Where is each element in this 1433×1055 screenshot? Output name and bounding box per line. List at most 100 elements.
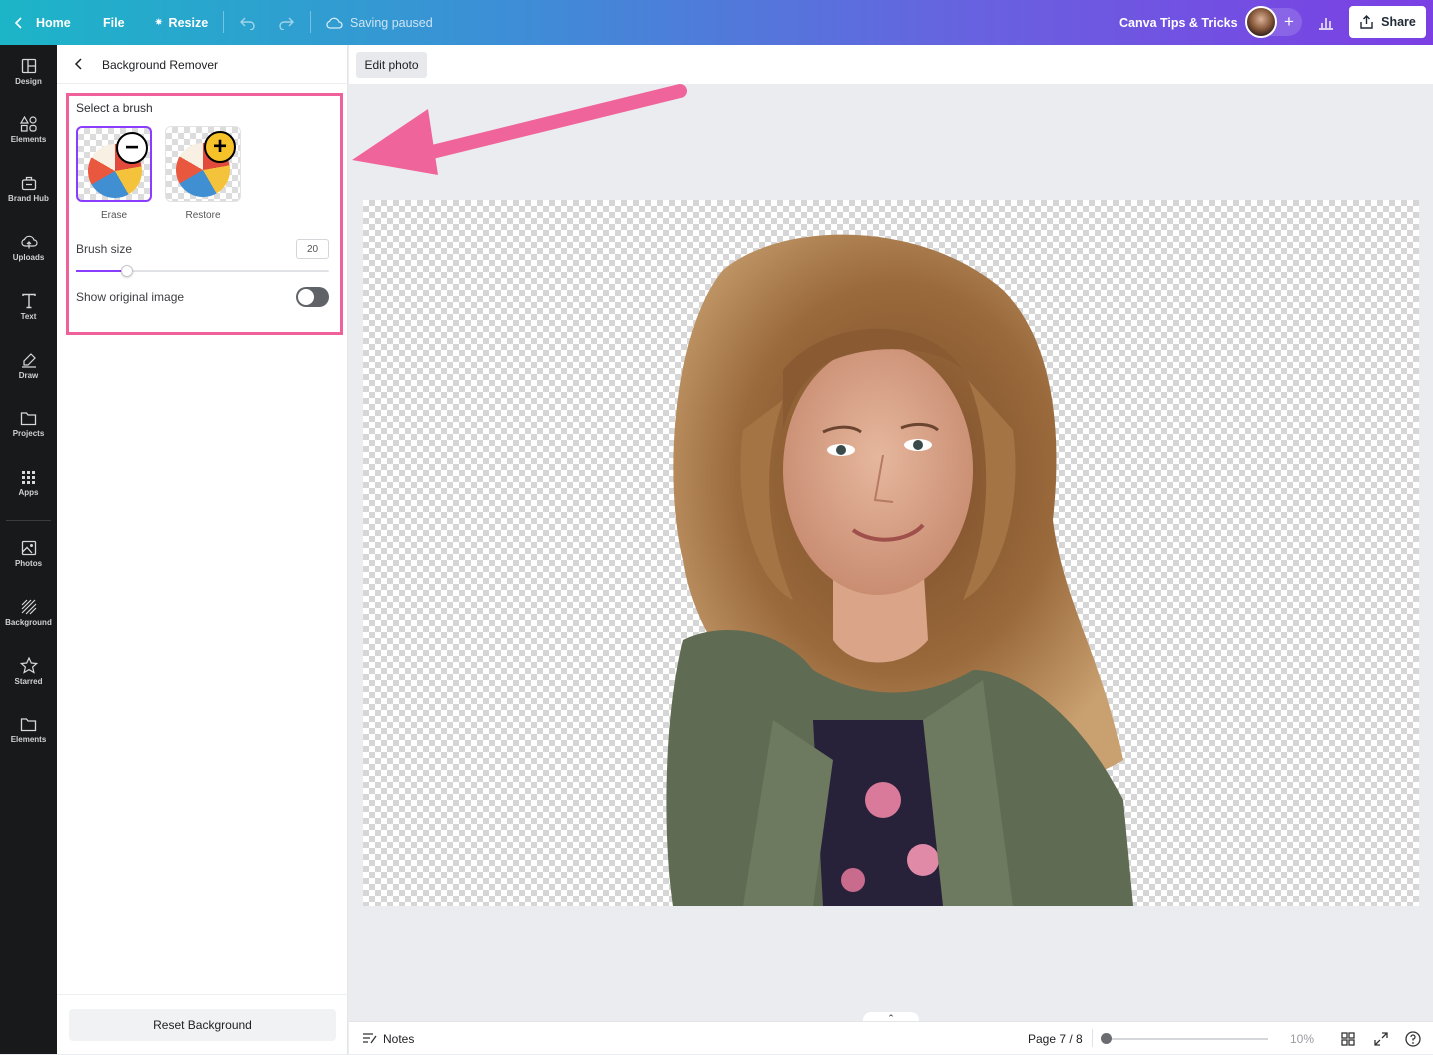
grid-icon [22, 470, 35, 484]
sidebar-item-uploads[interactable]: Uploads [0, 223, 57, 273]
slider-handle[interactable] [121, 265, 133, 277]
help-icon [1405, 1030, 1421, 1047]
team-name-text: Canva Tips & Tricks [1119, 15, 1238, 30]
toolbar-divider [223, 11, 224, 33]
star-icon [19, 656, 38, 674]
bottom-divider [1092, 1029, 1093, 1047]
panel-title: Background Remover [102, 58, 219, 72]
image-icon [21, 540, 36, 556]
bar-chart-icon [1319, 17, 1333, 30]
cutout-photo[interactable] [363, 200, 1419, 906]
share-label: Share [1381, 15, 1416, 29]
insights-button[interactable] [1318, 0, 1334, 45]
annotation-arrow [352, 84, 687, 175]
folder-icon [20, 717, 37, 731]
zoom-slider[interactable] [1105, 1038, 1268, 1040]
background-remover-panel: Background Remover Select a brush − Eras… [57, 45, 348, 1054]
erase-brush-label: Erase [100, 210, 128, 221]
sidebar-item-elements[interactable]: Elements [0, 105, 57, 155]
sidebar-item-apps[interactable]: Apps [0, 458, 57, 508]
page-indicator[interactable]: Page 7 / 8 [1028, 1022, 1083, 1055]
panel-footer: Reset Background [57, 994, 348, 1054]
brush-size-slider[interactable] [76, 270, 329, 272]
brush-size-label: Brush size [76, 242, 133, 256]
brush-size-input[interactable]: 20 [296, 239, 329, 259]
left-sidebar: Design Elements Brand Hub Uploads Text D… [0, 45, 57, 1054]
chevron-left-icon [14, 16, 22, 29]
show-original-toggle[interactable] [296, 287, 329, 307]
sidebar-item-text[interactable]: Text [0, 282, 57, 332]
sidebar-item-brand-hub[interactable]: Brand Hub [0, 164, 57, 214]
sidebar-item-label: Elements [10, 734, 47, 744]
fullscreen-button[interactable] [1374, 1022, 1388, 1055]
resize-button[interactable]: ✷ Resize [155, 0, 208, 45]
home-label: Home [36, 15, 71, 30]
top-toolbar: Home File ✷ Resize Saving paused Canva T… [0, 0, 1433, 45]
sidebar-item-elements-folder[interactable]: Elements [0, 705, 57, 755]
plus-icon: + [204, 131, 236, 163]
erase-brush-button[interactable]: − [76, 126, 152, 202]
back-chevron-icon[interactable] [74, 57, 84, 71]
sidebar-item-label: Apps [18, 487, 39, 497]
pen-icon [21, 353, 36, 368]
team-name[interactable]: Canva Tips & Tricks [1119, 0, 1238, 45]
sidebar-item-label: Starred [14, 676, 43, 686]
sidebar-item-starred[interactable]: Starred [0, 646, 57, 696]
redo-icon [279, 17, 294, 30]
file-label: File [103, 15, 125, 30]
hatch-icon [21, 599, 36, 615]
undo-icon [240, 17, 255, 30]
sidebar-item-label: Text [20, 312, 37, 321]
restore-brush-button[interactable]: + [165, 126, 241, 202]
sidebar-item-label: Design [15, 77, 42, 86]
slider-fill [76, 270, 127, 272]
notes-button[interactable]: Notes [362, 1022, 414, 1055]
sidebar-item-label: Elements [10, 135, 47, 144]
cloud-upload-icon [20, 235, 38, 249]
plus-icon: + [1284, 12, 1294, 31]
sidebar-item-label: Uploads [12, 253, 45, 262]
design-canvas[interactable] [363, 200, 1419, 906]
share-icon [1360, 15, 1373, 29]
sidebar-divider [6, 520, 51, 521]
sidebar-item-background[interactable]: Background [0, 588, 57, 638]
saving-status-text: Saving paused [350, 15, 433, 30]
restore-brush-label: Restore [185, 210, 221, 221]
select-brush-title: Select a brush [76, 101, 153, 115]
sidebar-item-label: Projects [12, 428, 45, 438]
file-menu[interactable]: File [103, 0, 125, 45]
sidebar-item-projects[interactable]: Projects [0, 399, 57, 449]
help-button[interactable] [1405, 1022, 1421, 1055]
panel-header: Background Remover [57, 45, 348, 84]
expand-icon [1374, 1031, 1388, 1046]
sidebar-item-label: Draw [18, 371, 39, 380]
sidebar-item-photos[interactable]: Photos [0, 529, 57, 579]
sidebar-item-draw[interactable]: Draw [0, 341, 57, 391]
redo-button[interactable] [278, 0, 294, 45]
sidebar-item-label: Background [5, 618, 52, 627]
undo-button[interactable] [240, 0, 256, 45]
notes-label: Notes [383, 1031, 415, 1046]
zoom-level[interactable]: 10% [1290, 1022, 1314, 1055]
share-button[interactable]: Share [1349, 6, 1426, 38]
text-icon [21, 293, 36, 309]
briefcase-icon [21, 176, 36, 191]
toggle-knob [298, 289, 314, 305]
toolbar-divider [310, 11, 311, 33]
grid-view-icon [1341, 1031, 1355, 1046]
notes-icon [363, 1033, 377, 1044]
minus-icon: − [116, 132, 148, 164]
bottom-bar: Notes Page 7 / 8 10% [349, 1021, 1433, 1054]
resize-label: Resize [168, 15, 209, 30]
home-button[interactable]: Home [14, 0, 71, 45]
saving-status: Saving paused [325, 0, 433, 45]
sparkle-icon: ✷ [155, 17, 163, 27]
sidebar-item-label: Photos [14, 559, 43, 568]
sidebar-item-label: Brand Hub [8, 194, 49, 203]
grid-view-button[interactable] [1341, 1022, 1355, 1055]
zoom-slider-handle[interactable] [1101, 1033, 1112, 1044]
avatar[interactable] [1245, 6, 1277, 38]
shapes-icon [19, 116, 37, 132]
sidebar-item-design[interactable]: Design [0, 47, 57, 97]
reset-background-button[interactable]: Reset Background [69, 1009, 336, 1041]
